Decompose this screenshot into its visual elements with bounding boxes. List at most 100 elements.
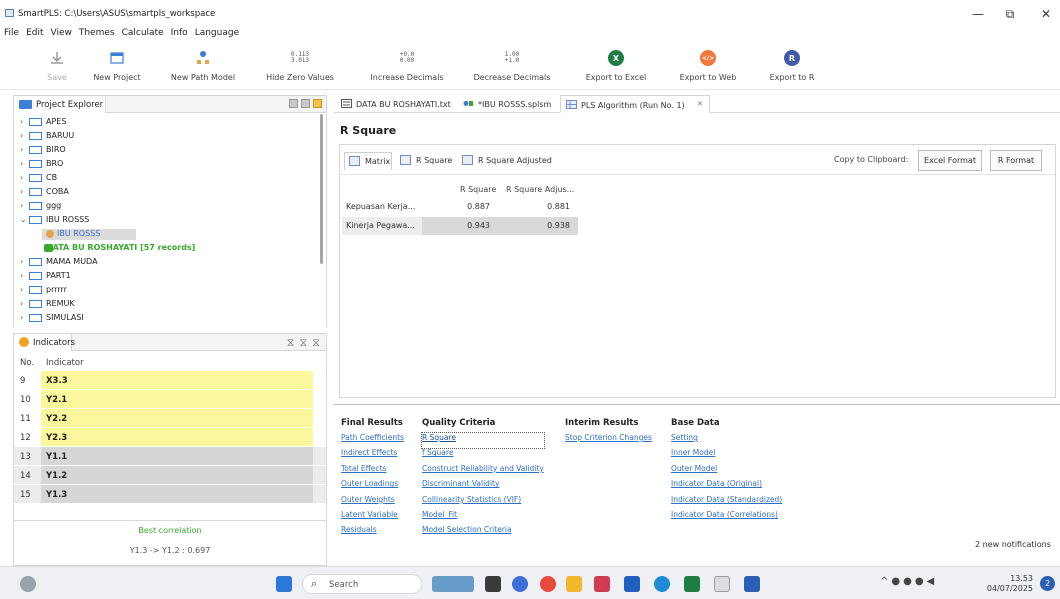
tree-item[interactable]: › APES — [14, 117, 314, 128]
tab-matrix[interactable]: Matrix — [344, 152, 392, 170]
system-tray-icon[interactable]: ^●●●◀ — [880, 576, 950, 592]
tree-item[interactable]: › REMUK — [14, 299, 314, 310]
table-row[interactable]: 12 Y2.3 — [14, 428, 326, 447]
table-row[interactable]: 11 Y2.2 — [14, 409, 326, 428]
filter-icon[interactable]: ⧖ — [287, 336, 295, 350]
excel-format-button[interactable]: Excel Format — [918, 150, 982, 171]
table-row[interactable]: 13 Y1.1 — [14, 447, 326, 466]
increase-decimals-button[interactable]: +0.0 0.00 Increase Decimals — [367, 48, 447, 83]
tab-data-file[interactable]: DATA BU ROSHAYATI.txt — [336, 95, 454, 113]
link-discriminant-validity[interactable]: Discriminant Validity — [422, 479, 544, 494]
export-excel-button[interactable]: X Export to Excel — [582, 48, 650, 82]
table-row[interactable]: 9 X3.3 — [14, 371, 326, 390]
new-project-button[interactable]: New Project — [90, 48, 144, 82]
app-icon[interactable] — [594, 576, 610, 592]
tab-pls-algorithm[interactable]: PLS Algorithm (Run No. 1) ✕ — [560, 95, 710, 113]
link-model-selection-criteria[interactable]: Model Selection Criteria — [422, 525, 544, 540]
chat-icon[interactable] — [512, 576, 528, 592]
save-button[interactable]: Save — [40, 48, 74, 82]
minimize-button[interactable]: — — [968, 6, 988, 22]
tree-item[interactable]: › BRO — [14, 159, 314, 170]
link-construct-reliability[interactable]: Construct Reliability and Validity — [422, 464, 544, 479]
menu-view[interactable]: View — [51, 26, 72, 41]
widgets-icon[interactable] — [432, 576, 474, 592]
restore-button[interactable]: ⧉ — [1000, 6, 1020, 22]
table-row[interactable]: Kinerja Pegawa... 0.943 0.938 — [342, 217, 578, 235]
export-web-button[interactable]: </> Export to Web — [676, 48, 740, 82]
menu-language[interactable]: Language — [195, 26, 239, 41]
vertical-scrollbar[interactable] — [320, 114, 323, 264]
link-outer-loadings[interactable]: Outer Loadings — [341, 479, 404, 494]
new-path-model-button[interactable]: New Path Model — [166, 48, 240, 82]
store-icon[interactable] — [624, 576, 640, 592]
tree-item[interactable]: › SIMULASI — [14, 313, 314, 324]
close-button[interactable]: ✕ — [1036, 6, 1056, 22]
tab-path-model[interactable]: *IBU ROSSS.splsm — [458, 95, 558, 113]
link-path-coefficients[interactable]: Path Coefficients — [341, 433, 404, 448]
clock[interactable]: 13.53 04/07/2025 — [985, 574, 1033, 594]
filter-icon[interactable]: ⧖ — [312, 336, 320, 350]
maximize-panel-icon[interactable] — [301, 99, 310, 108]
menu-themes[interactable]: Themes — [79, 26, 115, 41]
table-row[interactable]: 15 Y1.3 — [14, 485, 326, 504]
word-icon[interactable] — [744, 576, 760, 592]
tree-item[interactable]: › prrrrr — [14, 285, 314, 296]
chrome-icon[interactable] — [540, 576, 556, 592]
link-r-square[interactable]: R Square — [421, 431, 545, 450]
export-r-button[interactable]: R Export to R — [765, 48, 819, 82]
tree-item-model-selected[interactable]: IBU ROSSS — [42, 229, 136, 240]
tree-item[interactable]: › COBA — [14, 187, 314, 198]
table-row[interactable]: Kepuasan Kerja... 0.887 0.881 — [342, 198, 578, 216]
link-inner-model[interactable]: Inner Model — [671, 448, 782, 463]
file-explorer-icon[interactable] — [566, 576, 582, 592]
link-latent-variable[interactable]: Latent Variable — [341, 510, 404, 525]
menu-file[interactable]: File — [4, 26, 19, 41]
tree-item[interactable]: › BARUU — [14, 131, 314, 142]
link-indicator-data-correlations[interactable]: Indicator Data (Correlations) — [671, 510, 782, 525]
start-icon[interactable] — [276, 576, 292, 592]
menu-info[interactable]: Info — [171, 26, 188, 41]
link-model-fit[interactable]: Model_Fit — [422, 510, 544, 525]
hide-zero-values-button[interactable]: 0.113 3.013 Hide Zero Values — [265, 48, 335, 83]
link-outer-weights[interactable]: Outer Weights — [341, 495, 404, 510]
smartpls-app-icon[interactable] — [714, 576, 730, 592]
link-collinearity-statistics[interactable]: Collinearity Statistics (VIF) — [422, 495, 544, 510]
link-total-effects[interactable]: Total Effects — [341, 464, 404, 479]
minimize-panel-icon[interactable] — [289, 99, 298, 108]
notifications-toast[interactable]: 2 new notifications — [975, 540, 1060, 554]
tree-item-dataset[interactable]: DATA BU ROSHAYATI [57 records] — [14, 243, 314, 254]
link-setting[interactable]: Setting — [671, 433, 782, 448]
tree-item-expanded[interactable]: ⌄ IBU ROSSS — [14, 215, 314, 226]
r-format-button[interactable]: R Format — [990, 150, 1042, 171]
indicators-tab[interactable]: Indicators — [14, 334, 75, 351]
table-row[interactable]: 14 Y1.2 — [14, 466, 326, 485]
link-indicator-data-standardized[interactable]: Indicator Data (Standardized) — [671, 495, 782, 510]
link-indicator-data-original[interactable]: Indicator Data (Original) — [671, 479, 782, 494]
excel-app-icon[interactable] — [684, 576, 700, 592]
filter-icon[interactable]: ⧖ — [300, 336, 308, 350]
tab-r-square[interactable]: R Square — [400, 152, 458, 170]
tree-item[interactable]: › ggg — [14, 201, 314, 212]
link-outer-model[interactable]: Outer Model — [671, 464, 782, 479]
link-indirect-effects[interactable]: Indirect Effects — [341, 448, 404, 463]
tree-item[interactable]: › PART1 — [14, 271, 314, 282]
tree-item[interactable]: › CB — [14, 173, 314, 184]
table-row[interactable]: 10 Y2.1 — [14, 390, 326, 409]
edge-icon[interactable] — [654, 576, 670, 592]
task-view-icon[interactable] — [485, 576, 501, 592]
project-explorer-tab[interactable]: Project Explorer — [14, 96, 106, 113]
close-tab-icon[interactable]: ✕ — [697, 100, 703, 108]
link-stop-criterion-changes[interactable]: Stop Criterion Changes — [565, 433, 652, 448]
link-f-square[interactable]: f Square — [422, 448, 544, 463]
menu-edit[interactable]: Edit — [26, 26, 43, 41]
weather-icon[interactable] — [20, 576, 36, 592]
tree-item[interactable]: › MAMA MUDA — [14, 257, 314, 268]
tab-r-square-adjusted[interactable]: R Square Adjusted — [462, 152, 562, 170]
notification-badge[interactable]: 2 — [1040, 576, 1055, 591]
tree-item[interactable]: › BIRO — [14, 145, 314, 156]
search-input[interactable]: ⌕ Search — [302, 574, 422, 594]
link-residuals[interactable]: Residuals — [341, 525, 404, 540]
decrease-decimals-button[interactable]: 1.00 +1.0 Decrease Decimals — [472, 48, 552, 83]
menu-calculate[interactable]: Calculate — [122, 26, 164, 41]
link-panel-icon[interactable] — [313, 99, 322, 108]
